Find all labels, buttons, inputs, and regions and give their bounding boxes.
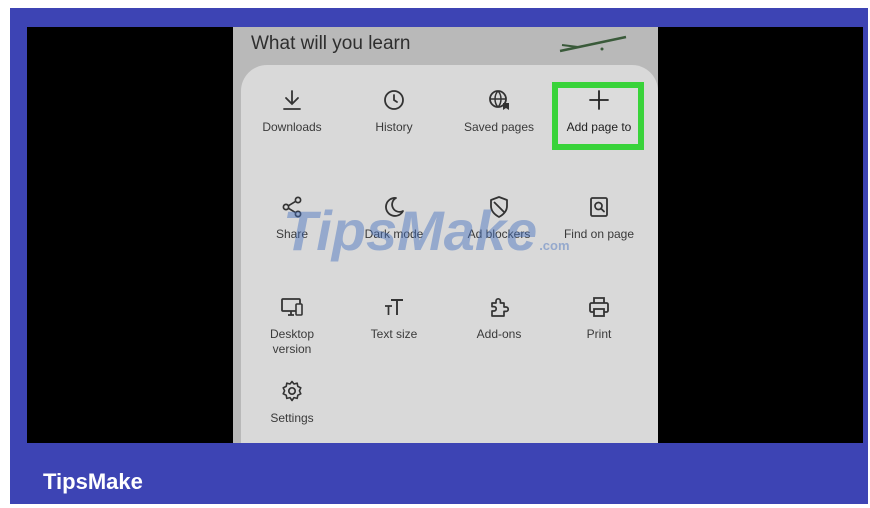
shield-icon xyxy=(490,196,508,218)
menu-item-label: Print xyxy=(586,327,612,341)
menu-item-label: Ad blockers xyxy=(467,227,531,241)
page-heading: What will you learn xyxy=(251,33,411,54)
menu-item-label: History xyxy=(375,120,413,134)
plus-icon xyxy=(589,90,609,110)
find-icon xyxy=(590,197,608,217)
printer-icon xyxy=(589,297,609,317)
image-frame: What will you learn Downloads History Sa… xyxy=(0,0,870,508)
menu-item-print[interactable]: Print xyxy=(551,295,647,365)
puzzle-icon xyxy=(491,297,510,317)
menu-item-label: Add page to xyxy=(566,120,632,134)
brand-label: TipsMake xyxy=(43,469,143,494)
phone-screen: What will you learn Downloads History Sa… xyxy=(233,27,658,443)
menu-item-label: Share xyxy=(275,227,309,241)
menu-item-label: Settings xyxy=(270,411,314,425)
screenshot-area: What will you learn Downloads History Sa… xyxy=(27,27,863,443)
menu-item-label: Find on page xyxy=(563,227,635,241)
menu-item-dark-mode[interactable]: Dark mode xyxy=(346,195,442,265)
menu-item-text-size[interactable]: Text size xyxy=(346,295,442,365)
menu-item-label: Text size xyxy=(370,327,418,341)
menu-item-label: Add-ons xyxy=(476,327,522,341)
text-size-icon xyxy=(385,299,403,315)
page-illustration xyxy=(559,35,627,53)
menu-item-ad-blockers[interactable]: Ad blockers xyxy=(451,195,547,265)
share-icon xyxy=(282,196,302,218)
menu-item-label: Desktop version xyxy=(269,327,315,356)
menu-item-add-page-to[interactable]: Add page to xyxy=(551,88,647,158)
menu-item-history[interactable]: History xyxy=(346,88,442,158)
moon-icon xyxy=(385,197,404,217)
desktop-icon xyxy=(281,298,303,316)
history-icon xyxy=(384,90,404,110)
menu-item-desktop-version[interactable]: Desktop version xyxy=(244,295,340,365)
saved-pages-icon xyxy=(489,90,509,110)
menu-item-find-on-page[interactable]: Find on page xyxy=(551,195,647,265)
menu-item-settings[interactable]: Settings xyxy=(244,379,340,443)
menu-item-label: Saved pages xyxy=(463,120,535,134)
menu-item-add-ons[interactable]: Add-ons xyxy=(451,295,547,365)
menu-item-label: Dark mode xyxy=(364,227,424,241)
menu-item-share[interactable]: Share xyxy=(244,195,340,265)
menu-item-downloads[interactable]: Downloads xyxy=(244,88,340,158)
gear-icon xyxy=(282,380,302,402)
menu-item-label: Downloads xyxy=(262,120,322,134)
browser-menu-sheet: Downloads History Saved pages Add page t… xyxy=(241,65,658,443)
download-icon xyxy=(283,90,301,110)
menu-item-saved-pages[interactable]: Saved pages xyxy=(451,88,547,158)
